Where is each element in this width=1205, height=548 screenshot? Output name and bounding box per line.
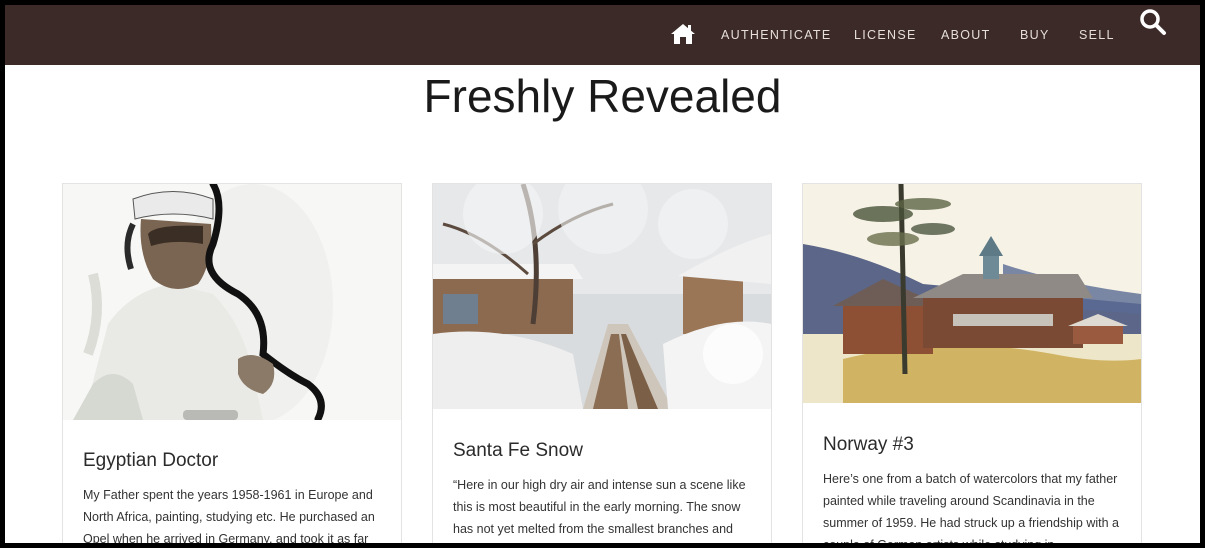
nav-buy[interactable]: BUY (1020, 28, 1050, 42)
page-title: Freshly Revealed (423, 70, 782, 122)
card-title[interactable]: Norway #3 (823, 434, 914, 456)
nav-sell[interactable]: SELL (1079, 28, 1115, 42)
artwork-image-norway-3[interactable] (803, 184, 1141, 403)
card-excerpt: Here’s one from a batch of watercolors t… (823, 472, 1119, 543)
artwork-image-santa-fe-snow[interactable] (433, 184, 771, 409)
top-navbar: AUTHENTICATE LICENSE ABOUT BUY SELL (5, 5, 1200, 65)
artwork-card[interactable]: Norway #3 Here’s one from a batch of wat… (802, 183, 1142, 543)
home-icon[interactable] (670, 22, 696, 46)
card-excerpt: My Father spent the years 1958-1961 in E… (83, 488, 375, 543)
artwork-image-egyptian-doctor[interactable] (63, 184, 401, 420)
nav-about[interactable]: ABOUT (941, 28, 991, 42)
nav-license[interactable]: LICENSE (854, 28, 917, 42)
artwork-card[interactable]: Santa Fe Snow “Here in our high dry air … (432, 183, 772, 543)
card-title[interactable]: Egyptian Doctor (83, 450, 218, 472)
card-title[interactable]: Santa Fe Snow (453, 440, 583, 462)
nav-authenticate[interactable]: AUTHENTICATE (721, 28, 832, 42)
page-frame: AUTHENTICATE LICENSE ABOUT BUY SELL Fres… (5, 5, 1200, 543)
artwork-card[interactable]: Egyptian Doctor My Father spent the year… (62, 183, 402, 543)
search-icon[interactable] (1139, 8, 1167, 36)
card-excerpt: “Here in our high dry air and intense su… (453, 478, 746, 536)
